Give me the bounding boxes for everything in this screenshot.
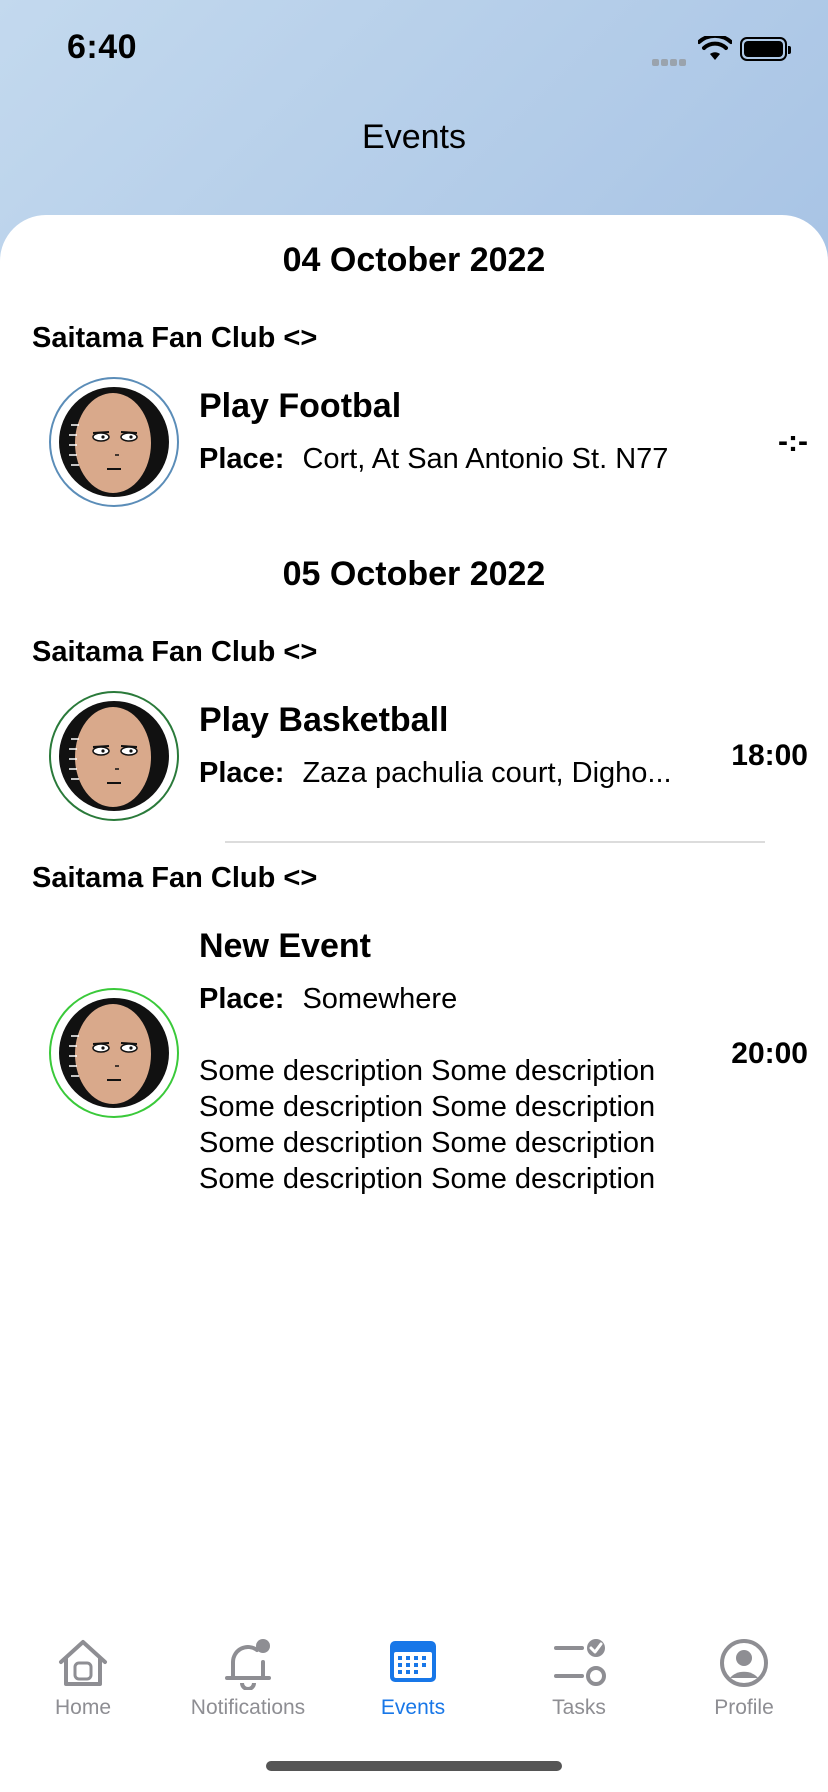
event-title: Play Footbal	[199, 387, 402, 425]
tab-label: Home	[54, 1696, 112, 1719]
divider	[225, 841, 765, 843]
tab-notifications[interactable]: Notifications	[165, 1620, 331, 1730]
event-title: Play Basketball	[199, 701, 449, 739]
status-bar: 6:40	[0, 0, 828, 100]
event-place: Place: Zaza pachulia court, Digho...	[199, 757, 672, 790]
date-header: 05 October 2022	[282, 555, 546, 593]
place-label: Place:	[199, 983, 285, 1015]
avatar	[49, 377, 179, 507]
place-value: Somewhere	[302, 983, 458, 1015]
event-description-line: Some description Some description	[199, 1163, 656, 1195]
profile-icon	[719, 1638, 769, 1693]
page-title: Events	[362, 118, 466, 156]
event-time: -:-	[778, 425, 808, 458]
event-place: Place: Somewhere	[199, 983, 457, 1016]
tab-label: Profile	[714, 1696, 774, 1719]
event-description: Some description Some description Some d…	[199, 1053, 719, 1197]
place-label: Place:	[199, 443, 285, 475]
event-time: 18:00	[731, 739, 808, 772]
events-list[interactable]: 04 October 2022 Saitama Fan Club <> Play…	[0, 215, 828, 1792]
place-value: Zaza pachulia court, Digho...	[302, 757, 672, 789]
club-avatar-image	[59, 387, 169, 497]
tab-profile[interactable]: Profile	[661, 1620, 827, 1730]
wifi-icon	[697, 33, 733, 67]
event-place: Place: Cort, At San Antonio St. N77	[199, 443, 668, 476]
club-name[interactable]: Saitama Fan Club <>	[32, 862, 317, 895]
house-icon	[56, 1638, 110, 1693]
tab-bar: Home Notifications Events Tasks Profile	[0, 1620, 828, 1730]
tab-label: Tasks	[552, 1696, 606, 1719]
club-avatar-image	[59, 701, 169, 811]
event-title: New Event	[199, 927, 371, 965]
home-indicator	[266, 1761, 562, 1771]
tab-label: Events	[380, 1696, 446, 1719]
avatar	[49, 988, 179, 1118]
avatar	[49, 691, 179, 821]
event-description-line: Some description Some description	[199, 1091, 656, 1123]
bell-icon	[223, 1638, 273, 1695]
club-name[interactable]: Saitama Fan Club <>	[32, 636, 317, 669]
cellular-signal-icon	[652, 53, 688, 71]
calendar-icon	[388, 1638, 438, 1689]
tab-tasks[interactable]: Tasks	[496, 1620, 662, 1730]
place-value: Cort, At San Antonio St. N77	[302, 443, 669, 475]
club-name[interactable]: Saitama Fan Club <>	[32, 322, 317, 355]
event-description-line: Some description Some description	[199, 1055, 656, 1087]
tasks-icon	[552, 1638, 606, 1693]
place-label: Place:	[199, 757, 285, 789]
tab-events[interactable]: Events	[330, 1620, 496, 1730]
date-header: 04 October 2022	[282, 241, 546, 279]
status-time: 6:40	[67, 28, 138, 66]
tab-home[interactable]: Home	[0, 1620, 166, 1730]
event-time: 20:00	[731, 1037, 808, 1070]
tab-label: Notifications	[190, 1696, 306, 1719]
battery-icon	[740, 37, 791, 61]
club-avatar-image	[59, 998, 169, 1108]
event-description-line: Some description Some description	[199, 1127, 656, 1159]
